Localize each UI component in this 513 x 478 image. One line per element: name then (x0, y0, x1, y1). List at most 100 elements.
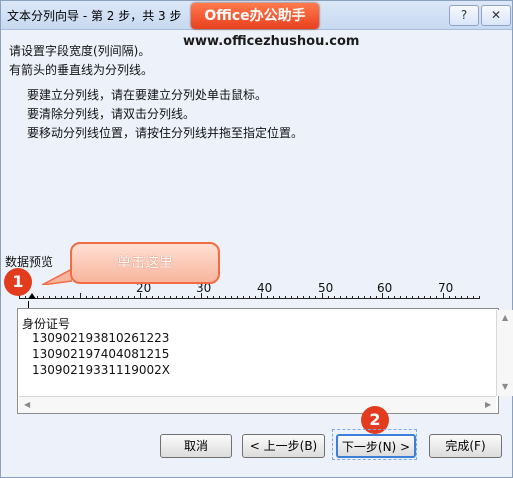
ruler-tick (170, 296, 172, 299)
ruler-tick (37, 296, 39, 299)
ruler-tick (406, 296, 408, 299)
ruler-tick (466, 296, 468, 299)
ruler-tick (333, 296, 335, 299)
ruler-label-70: 70 (438, 281, 454, 295)
ruler-tick (285, 296, 287, 299)
ruler-label-40: 40 (257, 281, 273, 295)
ruler-tick (327, 296, 329, 299)
instruction-bullet-3: 要移动分列线位置，请按住分列线并拖至指定位置。 (27, 126, 304, 140)
ruler-tick (297, 296, 299, 299)
preview-row: 13090219331119002X (32, 363, 171, 377)
scroll-right-icon[interactable]: ▶ (485, 401, 491, 409)
ruler-tick (67, 296, 69, 299)
ruler-tick (472, 296, 474, 299)
ruler-tick (236, 296, 238, 299)
ruler-tick (140, 293, 141, 299)
column-break-arrow-icon[interactable] (28, 293, 36, 299)
preview-row: 130902193810261223 (32, 331, 170, 345)
ruler-tick (388, 296, 390, 299)
ruler-tick (394, 296, 396, 299)
ruler-tick (357, 296, 359, 299)
ruler-tick (315, 296, 317, 299)
ruler-tick (442, 293, 444, 299)
ruler-tick (91, 296, 93, 299)
ruler-tick (206, 296, 208, 299)
window-title: 文本分列向导 - 第 2 步，共 3 步 (7, 9, 182, 23)
ruler-tick (43, 296, 45, 299)
callout-pointer (42, 269, 72, 285)
ruler-tick (369, 296, 371, 299)
ruler-tick (448, 296, 450, 299)
ruler-tick (321, 293, 323, 299)
ruler-tick (230, 296, 232, 299)
ruler-tick (55, 296, 57, 299)
ruler-tick (478, 296, 480, 299)
ruler-tick (309, 296, 311, 299)
preview-horizontal-scrollbar[interactable]: ◀ ▶ (19, 396, 496, 413)
ruler-tick (158, 296, 160, 299)
preview-row-header: 身份证号 (22, 317, 71, 331)
ruler-tick (303, 296, 305, 299)
step-badge-1: 1 (4, 268, 32, 296)
ruler-tick (412, 296, 414, 299)
ruler-tick (454, 296, 456, 299)
ruler-tick (103, 296, 105, 299)
ruler-tick (49, 296, 51, 299)
ruler-tick (109, 296, 111, 299)
ruler-tick (115, 296, 117, 299)
ruler-tick (248, 296, 250, 299)
ruler-tick (351, 296, 353, 299)
ruler-tick (146, 296, 148, 299)
ruler-tick (400, 296, 402, 299)
ruler-tick (121, 296, 123, 299)
ruler-tick (194, 296, 196, 299)
help-button[interactable]: ? (449, 5, 479, 26)
instruction-bullet-2: 要清除分列线，请双击分列线。 (27, 107, 196, 121)
ruler-tick (339, 296, 341, 299)
ruler-label-60: 60 (377, 281, 393, 295)
click-here-callout: 单击这里 (70, 242, 220, 284)
ruler-tick (73, 296, 75, 299)
ruler-tick (345, 296, 347, 299)
ruler-tick (182, 296, 184, 299)
ruler-tick (133, 296, 135, 299)
ruler-tick (291, 296, 293, 299)
ruler-tick (267, 296, 269, 299)
ruler-tick (424, 296, 426, 299)
ruler-tick (164, 296, 166, 299)
back-button[interactable]: < 上一步(B) (242, 434, 325, 458)
ruler-tick (79, 293, 81, 299)
ruler-tick (273, 296, 275, 299)
scroll-up-icon[interactable]: ▲ (502, 314, 508, 322)
ruler-tick (261, 293, 262, 299)
ruler-tick (97, 296, 99, 299)
ruler-tick (127, 296, 129, 299)
ruler-tick (176, 296, 178, 299)
scroll-down-icon[interactable]: ▼ (502, 383, 508, 391)
ruler-tick (152, 296, 154, 299)
ruler-tick (242, 296, 244, 299)
instruction-line-2: 有箭头的垂直线为分列线。 (9, 63, 154, 77)
ruler-tick (460, 296, 462, 299)
ruler-tick (436, 296, 438, 299)
ruler-tick (200, 293, 202, 299)
ruler-tick (218, 296, 220, 299)
ruler-tick (382, 293, 383, 299)
brand-logo: Office办公助手 (191, 3, 319, 29)
ruler-tick (61, 296, 63, 299)
scroll-left-icon[interactable]: ◀ (24, 401, 30, 409)
column-ruler[interactable]: 20 30 40 50 60 70 (19, 281, 480, 301)
text-to-columns-wizard-window: 文本分列向导 - 第 2 步，共 3 步 ? ✕ Office办公助手 www.… (0, 0, 513, 478)
preview-vertical-scrollbar[interactable]: ▲ ▼ (496, 310, 513, 396)
data-preview-box: 身份证号 130902193810261223 1309021974040812… (17, 308, 513, 414)
cancel-button[interactable]: 取消 (160, 434, 232, 458)
instruction-bullet-1: 要建立分列线，请在要建立分列处单击鼠标。 (27, 88, 268, 102)
ruler-tick (188, 296, 190, 299)
next-button-highlight (332, 429, 417, 460)
ruler-tick (430, 296, 432, 299)
ruler-tick (363, 296, 365, 299)
ruler-label-50: 50 (318, 281, 334, 295)
ruler-tick (279, 296, 281, 299)
close-button[interactable]: ✕ (481, 5, 511, 26)
finish-button[interactable]: 完成(F) (429, 434, 502, 458)
